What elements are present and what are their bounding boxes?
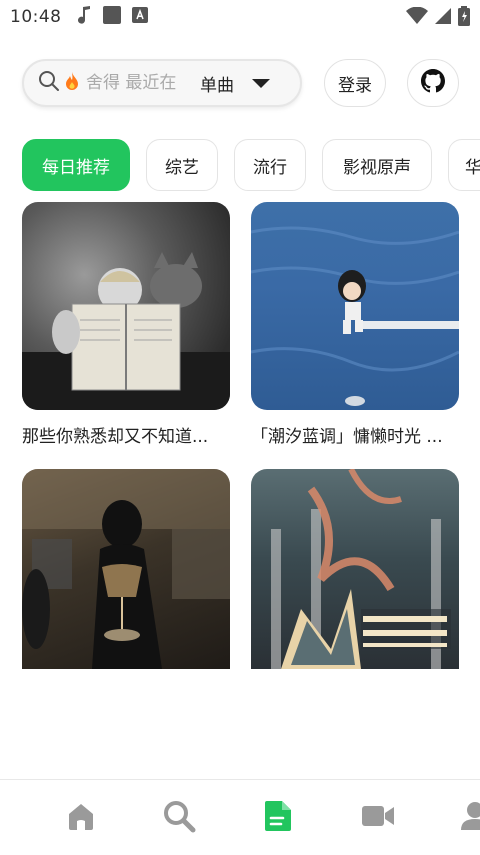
status-bar: 10:48	[0, 0, 480, 34]
nav-home[interactable]	[63, 800, 99, 836]
font-a-icon	[131, 7, 148, 27]
search-box[interactable]: 单曲	[22, 59, 302, 107]
playlist-card[interactable]: 那些你熟悉却又不知道...	[22, 202, 230, 447]
status-right-icons	[406, 6, 470, 30]
search-input[interactable]	[86, 73, 196, 93]
playlist-card[interactable]: 「潮汐蓝调」慵懒时光 ...	[251, 202, 459, 447]
music-note-icon	[77, 5, 92, 29]
video-icon	[361, 802, 395, 834]
battery-icon	[458, 6, 470, 30]
fire-icon	[64, 71, 80, 96]
status-time: 10:48	[10, 7, 62, 27]
search-icon	[162, 799, 196, 837]
playlist-cover-image[interactable]	[251, 469, 459, 669]
document-icon	[263, 799, 293, 837]
login-button[interactable]: 登录	[324, 59, 386, 107]
chip-pop[interactable]: 流行	[234, 139, 306, 191]
category-chips: 每日推荐 综艺 流行 影视原声 华	[22, 139, 480, 191]
playlist-cover-image[interactable]	[251, 202, 459, 410]
nav-document[interactable]	[260, 800, 296, 836]
nav-search[interactable]	[161, 800, 197, 836]
search-icon	[38, 70, 60, 96]
nav-video[interactable]	[360, 800, 396, 836]
github-icon	[421, 69, 445, 97]
chip-daily-recommend[interactable]: 每日推荐	[22, 139, 130, 191]
chip-chinese[interactable]: 华	[448, 139, 480, 191]
search-type-select[interactable]: 单曲	[200, 71, 234, 96]
playlist-title[interactable]: 那些你熟悉却又不知道...	[22, 422, 230, 447]
notification-icons	[77, 5, 148, 29]
playlist-cover-image[interactable]	[22, 469, 230, 669]
bottom-navigation	[0, 779, 480, 855]
user-icon	[459, 800, 480, 836]
signal-icon	[434, 7, 452, 29]
square-icon	[102, 5, 122, 29]
chip-soundtrack[interactable]: 影视原声	[322, 139, 432, 191]
chevron-down-icon[interactable]	[252, 78, 270, 88]
playlist-title[interactable]: 「潮汐蓝调」慵懒时光 ...	[251, 422, 459, 447]
wifi-icon	[406, 6, 428, 29]
playlist-card[interactable]	[251, 469, 459, 681]
github-button[interactable]	[407, 59, 459, 107]
playlist-card[interactable]	[22, 469, 230, 681]
chip-variety[interactable]: 综艺	[146, 139, 218, 191]
home-icon	[65, 800, 97, 836]
nav-profile[interactable]	[459, 800, 480, 836]
playlist-cover-image[interactable]	[22, 202, 230, 410]
